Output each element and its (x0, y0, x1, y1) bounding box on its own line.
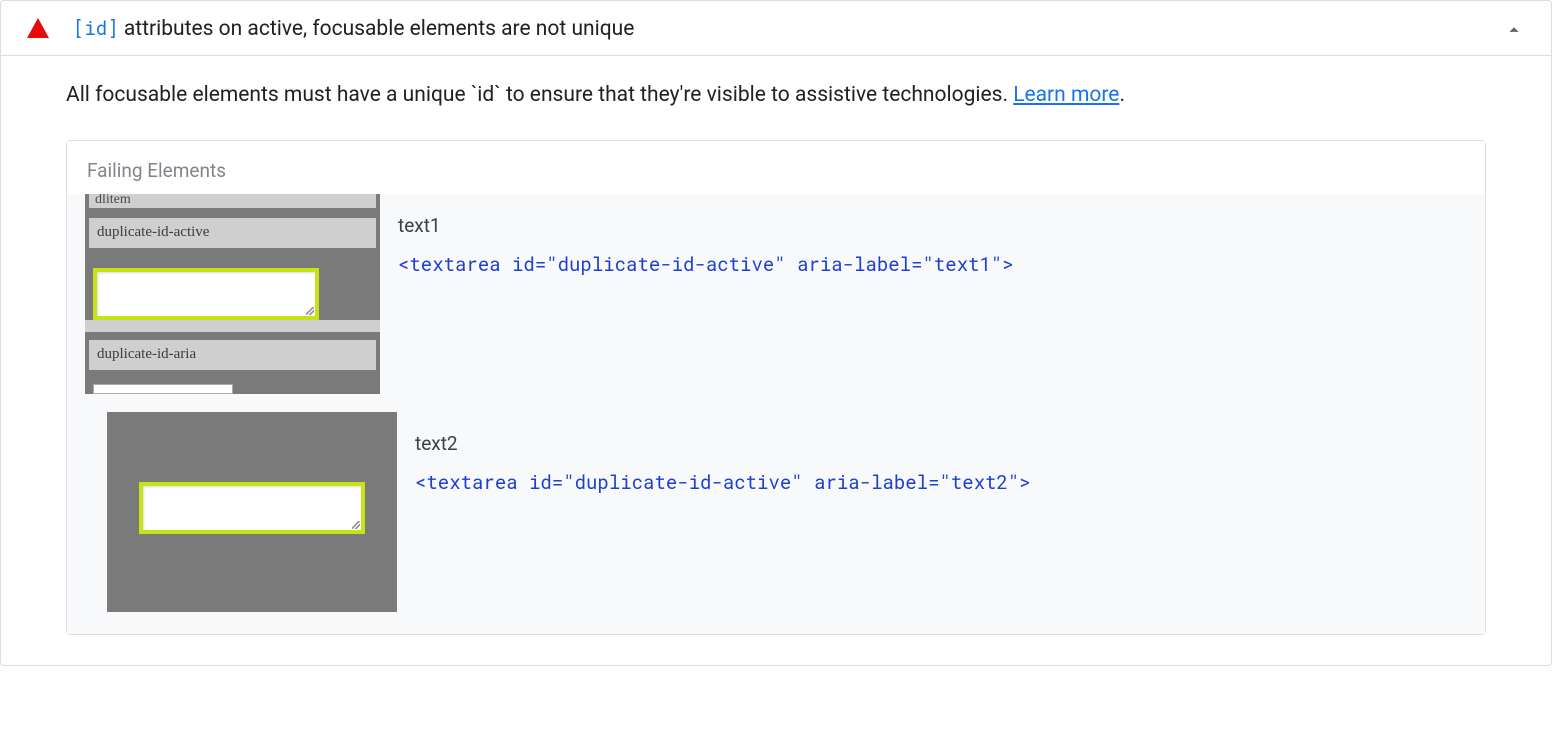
element-thumbnail[interactable] (107, 412, 397, 612)
thumb-row: duplicate-id-active (89, 218, 376, 248)
thumbnail-overlay (107, 412, 397, 612)
description-period: . (1119, 83, 1125, 107)
thumb-partial-box (93, 384, 233, 394)
learn-more-link[interactable]: Learn more (1013, 83, 1119, 107)
description-text: All focusable elements must have a uniqu… (66, 83, 1013, 107)
thumb-highlighted-textarea (139, 482, 365, 534)
audit-description: All focusable elements must have a uniqu… (66, 80, 1486, 112)
thumbnail-overlay: dlitem duplicate-id-active duplicate-id-… (85, 194, 380, 394)
failing-element-details: text2 <textarea id="duplicate-id-active"… (415, 412, 1485, 498)
error-triangle-icon (27, 18, 49, 38)
audit-body: All focusable elements must have a uniqu… (1, 56, 1551, 665)
failing-element-details: text1 <textarea id="duplicate-id-active"… (398, 194, 1485, 280)
audit-title: [id] attributes on active, focusable ele… (73, 16, 1503, 41)
audit-item: [id] attributes on active, focusable ele… (0, 0, 1552, 666)
element-thumbnail[interactable]: dlitem duplicate-id-active duplicate-id-… (85, 194, 380, 394)
element-label: text1 (398, 214, 1485, 237)
failing-element-row: dlitem duplicate-id-active duplicate-id-… (67, 194, 1485, 412)
failing-elements-body: dlitem duplicate-id-active duplicate-id-… (67, 194, 1485, 634)
failing-element-row: text2 <textarea id="duplicate-id-active"… (67, 412, 1485, 634)
audit-title-code: [id] (73, 16, 119, 41)
failing-elements-panel: Failing Elements dlitem duplicate-id-act… (66, 140, 1486, 635)
thumb-row: dlitem (89, 194, 376, 208)
element-label: text2 (415, 432, 1485, 455)
audit-header[interactable]: [id] attributes on active, focusable ele… (1, 1, 1551, 56)
chevron-up-icon[interactable] (1503, 15, 1525, 41)
element-code-snippet[interactable]: <textarea id="duplicate-id-active" aria-… (415, 469, 1485, 498)
element-code-snippet[interactable]: <textarea id="duplicate-id-active" aria-… (398, 251, 1485, 280)
thumb-highlighted-textarea (93, 268, 319, 320)
audit-title-text: attributes on active, focusable elements… (119, 17, 635, 41)
thumb-divider (85, 320, 380, 332)
thumb-row: duplicate-id-aria (89, 340, 376, 370)
failing-elements-heading: Failing Elements (67, 141, 1485, 194)
